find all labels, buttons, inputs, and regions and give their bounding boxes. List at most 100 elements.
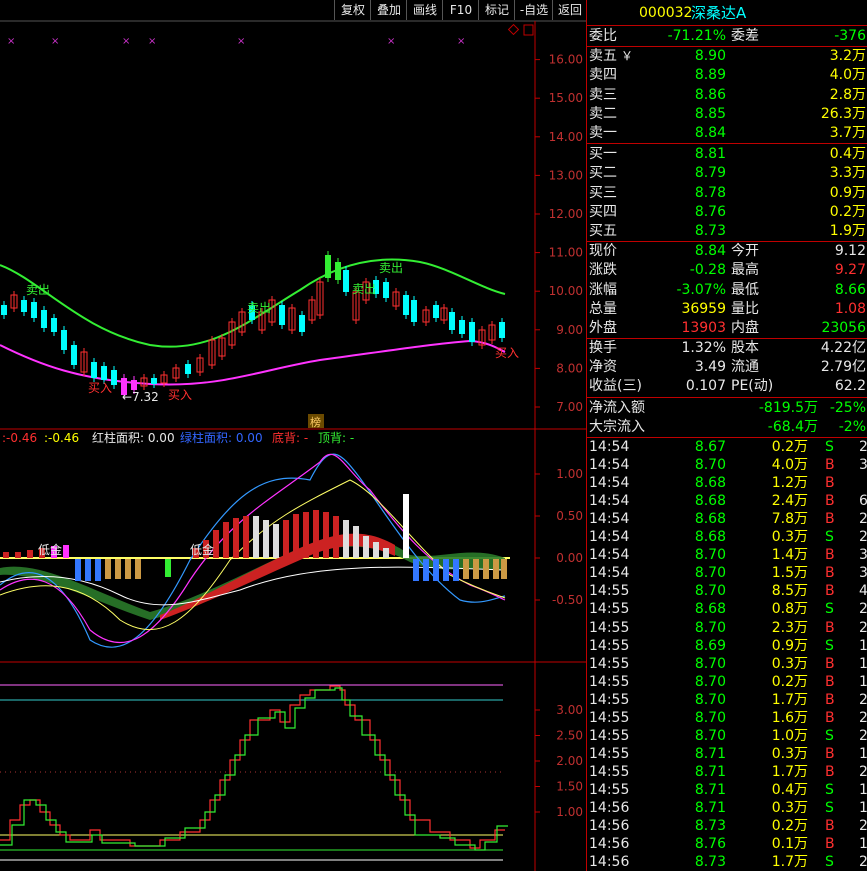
price-tick-label: 12.00 <box>549 207 583 221</box>
trade-row[interactable]: 14:54 8.70 4.0万 B 3 <box>587 456 867 474</box>
fundamental-row: 换手 1.32% 股本 4.22亿 <box>587 339 867 358</box>
window-icon[interactable] <box>523 24 534 36</box>
bid-volume: 3.3万 <box>829 165 866 182</box>
quote-value: 36959 <box>681 300 726 317</box>
trade-row[interactable]: 14:55 8.69 0.9万 S 1 <box>587 637 867 655</box>
bid-level-row: 买一 8.81 0.4万 <box>587 145 867 164</box>
trade-row[interactable]: 14:54 8.68 1.2万 B <box>587 474 867 492</box>
trade-row[interactable]: 14:55 8.70 1.7万 B 2 <box>587 691 867 709</box>
trade-volume: 0.4万 <box>771 781 808 798</box>
trade-row[interactable]: 14:55 8.71 1.7万 B 2 <box>587 763 867 781</box>
fundamental-label: 股本 <box>731 340 759 356</box>
bid-volume: 0.9万 <box>829 184 866 201</box>
histogram-bar <box>263 520 269 558</box>
bid-volume: 0.4万 <box>829 146 866 162</box>
trade-count: 2 <box>859 763 867 780</box>
trade-row[interactable]: 14:54 8.68 0.3万 S 2 <box>587 528 867 546</box>
trade-row[interactable]: 14:55 8.71 0.4万 S 1 <box>587 781 867 799</box>
step-tick-label: 1.00 <box>556 805 583 819</box>
histogram-bar <box>373 542 379 558</box>
trade-row[interactable]: 14:54 8.70 1.5万 B 3 <box>587 564 867 582</box>
trade-volume: 2.3万 <box>771 619 808 636</box>
trade-volume: 1.7万 <box>771 854 808 871</box>
trade-row[interactable]: 14:56 8.71 0.3万 S 1 <box>587 799 867 817</box>
trade-row[interactable]: 14:56 8.73 1.7万 S 2 <box>587 853 867 871</box>
histogram-bar <box>283 520 289 558</box>
quote-value: 9.12 <box>834 243 866 259</box>
trade-side: S <box>825 854 834 871</box>
step-line-green <box>0 687 508 851</box>
trade-row[interactable]: 14:55 8.70 8.5万 B 4 <box>587 582 867 600</box>
flow-label: 净流入额 <box>589 400 645 416</box>
trade-price: 8.69 <box>694 637 726 654</box>
trade-row[interactable]: 14:55 8.68 0.8万 S 2 <box>587 600 867 618</box>
divider <box>587 143 867 144</box>
candle-body-down <box>469 322 475 342</box>
flow-row: 净流入额 -819.5万 -25% <box>587 399 867 418</box>
trade-row[interactable]: 14:55 8.71 0.3万 B 1 <box>587 745 867 763</box>
step-line-red <box>0 685 505 849</box>
fundamental-label: 收益(三) <box>589 378 642 394</box>
trade-volume: 4.0万 <box>771 457 808 474</box>
histogram-bar <box>453 559 459 581</box>
candle-body-down <box>51 318 57 332</box>
trade-row[interactable]: 14:55 8.70 0.3万 B 1 <box>587 655 867 673</box>
bid-level-label: 买三 <box>589 184 617 201</box>
chart-canvas[interactable]: 16.00 15.00 14.00 13.00 12.00 11.00 10.00 9.00 8… <box>0 0 586 871</box>
flow-label: 大宗流入 <box>589 419 645 435</box>
trade-volume: 0.3万 <box>771 529 808 546</box>
trade-row[interactable]: 14:56 8.73 0.2万 B 2 <box>587 817 867 835</box>
trade-row[interactable]: 14:55 8.70 0.2万 B 1 <box>587 673 867 691</box>
trade-row[interactable]: 14:55 8.70 1.0万 S 2 <box>587 727 867 745</box>
flow-row: 大宗流入 -68.4万 -2% <box>587 418 867 437</box>
trade-time: 14:54 <box>589 565 630 582</box>
trade-row[interactable]: 14:54 8.67 0.2万 S 2 <box>587 438 867 456</box>
quote-label: 涨跌 <box>589 262 617 279</box>
trade-side: B <box>825 818 835 835</box>
trade-count: 2 <box>859 691 867 708</box>
price-tick-label: 9.00 <box>556 323 583 337</box>
trade-price: 8.70 <box>694 691 726 708</box>
trade-count: 3 <box>859 457 867 474</box>
step-tick-label: 3.00 <box>556 703 583 717</box>
candle-body-down <box>335 262 341 280</box>
trade-row[interactable]: 14:55 8.70 1.6万 B 2 <box>587 709 867 727</box>
histogram-bar <box>323 512 329 558</box>
stock-code: 000032 <box>639 5 693 21</box>
candle-body-down <box>459 320 465 334</box>
trade-row[interactable]: 14:54 8.70 1.4万 B 3 <box>587 546 867 564</box>
histogram-bar <box>15 552 21 558</box>
trade-row[interactable]: 14:56 8.76 0.1万 B 1 <box>587 835 867 853</box>
fundamental-value: 1.32% <box>681 340 726 356</box>
trade-side: S <box>825 529 834 546</box>
trade-count: 2 <box>859 709 867 726</box>
trade-count: 1 <box>859 655 867 672</box>
histogram-bar <box>413 559 419 581</box>
trade-time: 14:54 <box>589 529 630 546</box>
trade-side: S <box>825 637 834 654</box>
bid-volume: 0.2万 <box>829 203 866 220</box>
candle-body-down <box>499 322 505 338</box>
histogram-bar <box>165 559 171 577</box>
histogram-bar <box>383 548 389 558</box>
trade-time: 14:55 <box>589 691 630 708</box>
step-chart-layer <box>0 684 508 861</box>
trade-volume: 7.8万 <box>771 511 808 528</box>
bid-level-label: 买二 <box>589 165 617 182</box>
trade-row[interactable]: 14:55 8.70 2.3万 B 2 <box>587 619 867 637</box>
diamond-icon[interactable] <box>507 23 520 36</box>
trade-row[interactable]: 14:54 8.68 7.8万 B 2 <box>587 510 867 528</box>
ask-level-row: 卖五 ￥ 8.90 3.2万 <box>587 47 867 66</box>
candle-body-down <box>61 330 67 350</box>
chart-area[interactable]: 复权 叠加 画线 F10 标记 -自选 返回 16.00 15.00 14.00 13… <box>0 0 586 871</box>
trade-row[interactable]: 14:54 8.68 2.4万 B 6 <box>587 492 867 510</box>
trade-volume: 0.3万 <box>771 745 808 762</box>
candle-body-down <box>433 305 439 318</box>
fundamental-row: 收益(三) 0.107 PE(动) 62.2 <box>587 377 867 396</box>
trade-price: 8.70 <box>694 619 726 636</box>
trade-time: 14:55 <box>589 781 630 798</box>
ask-level-row: 卖三 8.86 2.8万 <box>587 86 867 105</box>
trade-time: 14:55 <box>589 601 630 618</box>
quote-row: 现价 8.84 今开 9.12 <box>587 242 867 261</box>
candle-body-down <box>91 362 97 378</box>
